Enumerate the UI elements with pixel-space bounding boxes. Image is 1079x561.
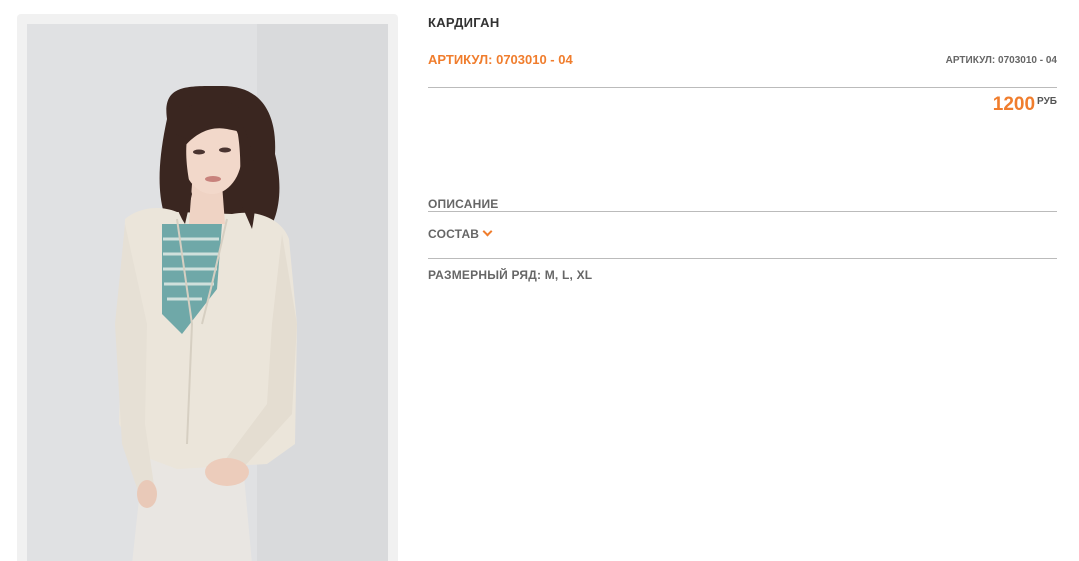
product-sku-secondary: АРТИКУЛ: 0703010 - 04 [945,55,1057,66]
product-sku: АРТИКУЛ: 0703010 - 04 [428,52,573,67]
product-title: КАРДИГАН [428,15,500,30]
divider [428,87,1057,88]
product-page: КАРДИГАН АРТИКУЛ: 0703010 - 04 АРТИКУЛ: … [0,0,1079,561]
composition-label: СОСТАВ [428,227,480,241]
divider [428,258,1057,259]
product-photo[interactable] [27,24,388,561]
composition-toggle[interactable]: СОСТАВ [428,226,493,241]
product-photo-card [17,14,398,561]
model-illustration [27,24,388,561]
chevron-down-icon [482,226,493,237]
price-value: 1200 [992,94,1036,115]
description-heading[interactable]: ОПИСАНИЕ [428,197,499,211]
size-range: РАЗМЕРНЫЙ РЯД: M, L, XL [428,268,593,282]
product-price: 1200 РУБ [993,94,1057,116]
divider [428,211,1057,212]
product-info: КАРДИГАН АРТИКУЛ: 0703010 - 04 АРТИКУЛ: … [428,0,1057,561]
price-currency: РУБ [1037,96,1057,107]
